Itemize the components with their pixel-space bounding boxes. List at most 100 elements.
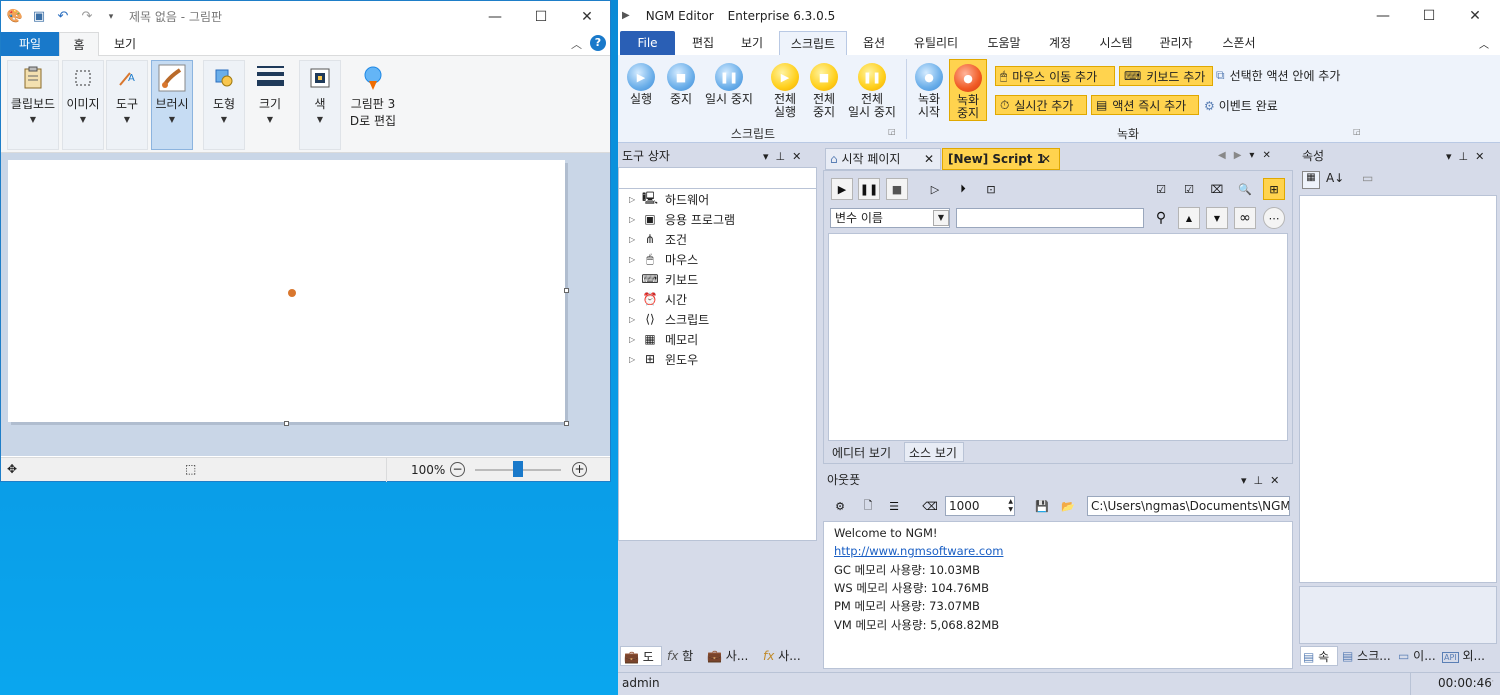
stop-button[interactable]: ■ 중지 (664, 63, 698, 106)
properties-pin-icon[interactable]: ⊥ (1459, 146, 1469, 167)
expand-icon[interactable]: ▷ (629, 255, 641, 264)
tab-account[interactable]: 계정 (1038, 31, 1082, 55)
tab-script[interactable]: 스크립트 (779, 31, 847, 55)
zoom-in-button[interactable]: + (572, 462, 587, 477)
minimize-button[interactable]: — (472, 1, 518, 32)
props-bottom-tab-external[interactable]: API 외... (1440, 646, 1498, 666)
ngm-close-button[interactable]: ✕ (1452, 0, 1498, 31)
tree-item-mouse[interactable]: ▷ 🖱 마우스 (629, 249, 698, 269)
output-settings-icon[interactable]: ⚙ (829, 495, 851, 517)
tab-utility[interactable]: 유틸리티 (904, 31, 968, 55)
tree-item-condition[interactable]: ▷ ⋔ 조건 (629, 229, 687, 249)
editor-view-tab[interactable]: 에디터 보기 (828, 443, 904, 463)
pause-all-button[interactable]: ❚❚ 전체 일시 중지 (844, 63, 900, 119)
tab-help[interactable]: 도움말 (978, 31, 1030, 55)
add-in-selected-action-button[interactable]: ⧉ 선택한 액션 안에 추가 (1216, 67, 1340, 84)
add-mouse-move-button[interactable]: 🖱 마우스 이동 추가 (995, 66, 1115, 86)
expand-icon[interactable]: ▷ (629, 355, 641, 364)
close-button[interactable]: ✕ (564, 1, 610, 32)
maximize-button[interactable]: ☐ (518, 1, 564, 32)
ribbon-collapse-icon[interactable]: ︿ (1479, 36, 1489, 51)
shapes-button[interactable]: 도형 ▼ (203, 64, 245, 124)
ngm-maximize-button[interactable]: ☐ (1406, 0, 1452, 31)
help-icon[interactable]: ? (590, 35, 606, 51)
doc-close-icon[interactable]: ✕ (1262, 150, 1270, 161)
toolbox-search-input[interactable] (618, 167, 817, 189)
output-document-icon[interactable]: 🗋 (857, 495, 879, 517)
expand-icon[interactable]: ▷ (629, 315, 641, 324)
tree-item-time[interactable]: ▷ ⏰ 시간 (629, 289, 687, 309)
drawing-canvas[interactable] (8, 160, 569, 426)
toolbox-bottom-tab-3[interactable]: 💼 사... (704, 646, 758, 666)
tools-button[interactable]: A 도구 ▼ (106, 64, 148, 124)
tab-admin[interactable]: 관리자 (1150, 31, 1202, 55)
open-folder-icon[interactable]: 📂 (1057, 495, 1079, 517)
doc-dropdown-icon[interactable]: ▾ (1249, 150, 1254, 161)
save-icon[interactable]: ▣ (29, 7, 49, 27)
move-down-icon[interactable]: ▼ (1206, 207, 1228, 229)
expand-icon[interactable]: ▷ (629, 215, 641, 224)
expand-icon[interactable]: ▷ (629, 275, 641, 284)
ngm-minimize-button[interactable]: — (1360, 0, 1406, 31)
redo-icon[interactable]: ↷ (77, 7, 97, 27)
run-all-button[interactable]: ▶ 전체 실행 (768, 63, 802, 119)
run-script-icon[interactable]: ▶ (831, 178, 853, 200)
step-into-icon[interactable]: ⊡ (980, 178, 1002, 200)
tree-view-icon[interactable]: ⊞ (1263, 178, 1285, 200)
categorized-icon[interactable]: ▦ (1302, 171, 1320, 189)
tree-item-script[interactable]: ▷ ⟨⟩ 스크립트 (629, 309, 709, 329)
clear-icon[interactable]: ⌧ (1206, 178, 1228, 200)
loop-icon[interactable]: ∞ (1234, 207, 1256, 229)
toolbox-bottom-tab-4[interactable]: fx 사... (760, 646, 816, 666)
resize-handle-corner[interactable] (564, 421, 569, 426)
tab-script-1[interactable]: [New] Script 1 ✕ (942, 148, 1060, 170)
output-close-icon[interactable]: ✕ (1270, 470, 1279, 491)
source-view-tab[interactable]: 소스 보기 (904, 442, 964, 462)
scroll-right-icon[interactable]: ▶ (1234, 150, 1242, 161)
tree-item-hardware[interactable]: ▷ 🖳 하드웨어 (629, 189, 709, 209)
image-button[interactable]: 이미지 ▼ (62, 64, 104, 124)
resize-handle-bottom[interactable] (284, 421, 289, 426)
output-count-input[interactable]: 1000 ▲ ▼ (945, 496, 1015, 516)
more-icon[interactable]: ⋯ (1263, 207, 1285, 229)
tab-edit[interactable]: 편집 (681, 31, 725, 55)
tab-close-icon[interactable]: ✕ (924, 149, 934, 169)
stop-all-button[interactable]: ■ 전체 중지 (807, 63, 841, 119)
tab-file[interactable]: File (620, 31, 675, 55)
brush-button[interactable]: 브러시 ▼ (151, 64, 193, 124)
tree-item-memory[interactable]: ▷ ▦ 메모리 (629, 329, 698, 349)
save-log-icon[interactable]: 💾 (1031, 495, 1053, 517)
run-button[interactable]: ▶ 실행 (624, 63, 658, 106)
expand-icon[interactable]: ▷ (629, 195, 641, 204)
script-editor-canvas[interactable] (828, 233, 1288, 441)
tab-options[interactable]: 옵션 (852, 31, 896, 55)
check-all-icon[interactable]: ☑ (1150, 178, 1172, 200)
qat-dropdown-icon[interactable]: ▾ (101, 7, 121, 27)
tab-view[interactable]: 보기 (99, 32, 151, 56)
properties-dropdown-icon[interactable]: ▾ (1446, 146, 1452, 167)
variable-search-input[interactable] (956, 208, 1144, 228)
expand-icon[interactable]: ▷ (629, 335, 641, 344)
move-up-icon[interactable]: ▲ (1178, 207, 1200, 229)
tab-file[interactable]: 파일 (1, 32, 59, 56)
pause-button[interactable]: ❚❚ 일시 중지 (702, 63, 756, 106)
eraser-icon[interactable]: ⌫ (919, 495, 941, 517)
variable-name-select[interactable]: 변수 이름 ▼ (830, 208, 950, 228)
stop-script-icon[interactable]: ■ (886, 178, 908, 200)
tree-item-application[interactable]: ▷ ▣ 응용 프로그램 (629, 209, 735, 229)
expand-icon[interactable]: ▷ (629, 235, 641, 244)
add-action-now-button[interactable]: ▤ 액션 즉시 추가 (1091, 95, 1199, 115)
add-realtime-button[interactable]: ⏱ 실시간 추가 (995, 95, 1087, 115)
event-complete-button[interactable]: ⚙ 이벤트 완료 (1204, 97, 1278, 114)
clipboard-button[interactable]: 클립보드 ▼ (7, 64, 59, 124)
tree-item-window[interactable]: ▷ ⊞ 윈도우 (629, 349, 698, 369)
tab-start-page[interactable]: ⌂ 시작 페이지 ✕ (825, 148, 941, 170)
spin-icon[interactable]: ▲ ▼ (1008, 498, 1013, 514)
log-link[interactable]: http://www.ngmsoftware.com (834, 544, 1003, 558)
tab-view[interactable]: 보기 (730, 31, 774, 55)
step-play-icon[interactable]: ▷ (924, 178, 946, 200)
toolbox-bottom-tab-tools[interactable]: 💼 도 (620, 646, 662, 666)
properties-close-icon[interactable]: ✕ (1475, 146, 1484, 167)
zoom-out-button[interactable]: − (450, 462, 465, 477)
record-group-launcher-icon[interactable]: ◲ (1353, 127, 1361, 136)
